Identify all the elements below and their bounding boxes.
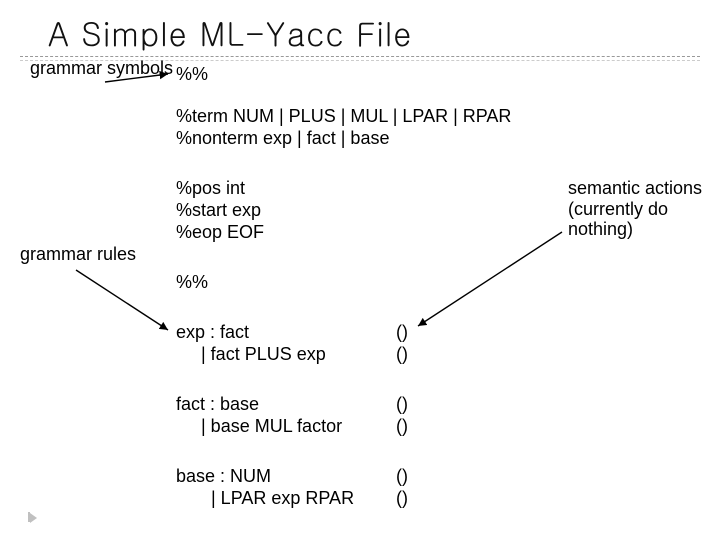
annotation-semantic-actions: semantic actions (currently do nothing) xyxy=(568,178,720,240)
code-rule-base-1: base : NUM xyxy=(176,466,271,487)
arrows-layer xyxy=(0,0,720,540)
slide: A Simple ML-Yacc File grammar symbols gr… xyxy=(0,0,720,540)
code-rule-fact-2: | base MUL factor xyxy=(176,416,342,437)
code-nonterm: %nonterm exp | fact | base xyxy=(176,128,389,149)
title-underline xyxy=(20,56,700,57)
action-6: () xyxy=(396,488,408,509)
code-eop: %eop EOF xyxy=(176,222,264,243)
code-rule-fact-1: fact : base xyxy=(176,394,259,415)
code-term: %term NUM | PLUS | MUL | LPAR | RPAR xyxy=(176,106,511,127)
arrow-grammar-rules xyxy=(76,270,168,330)
annotation-grammar-rules: grammar rules xyxy=(20,244,136,265)
action-3: () xyxy=(396,394,408,415)
code-rule-base-2: | LPAR exp RPAR xyxy=(176,488,354,509)
slide-title: A Simple ML-Yacc File xyxy=(48,10,412,55)
footer-glyph xyxy=(28,510,35,528)
code-rule-exp-1: exp : fact xyxy=(176,322,249,343)
code-start: %start exp xyxy=(176,200,261,221)
annotation-grammar-symbols: grammar symbols xyxy=(30,58,173,79)
arrow-semantic-actions xyxy=(418,232,562,326)
action-4: () xyxy=(396,416,408,437)
action-2: () xyxy=(396,344,408,365)
action-5: () xyxy=(396,466,408,487)
code-pos: %pos int xyxy=(176,178,245,199)
code-sep-mid: %% xyxy=(176,272,208,293)
code-sep-top: %% xyxy=(176,64,208,85)
code-rule-exp-2: | fact PLUS exp xyxy=(176,344,326,365)
action-1: () xyxy=(396,322,408,343)
